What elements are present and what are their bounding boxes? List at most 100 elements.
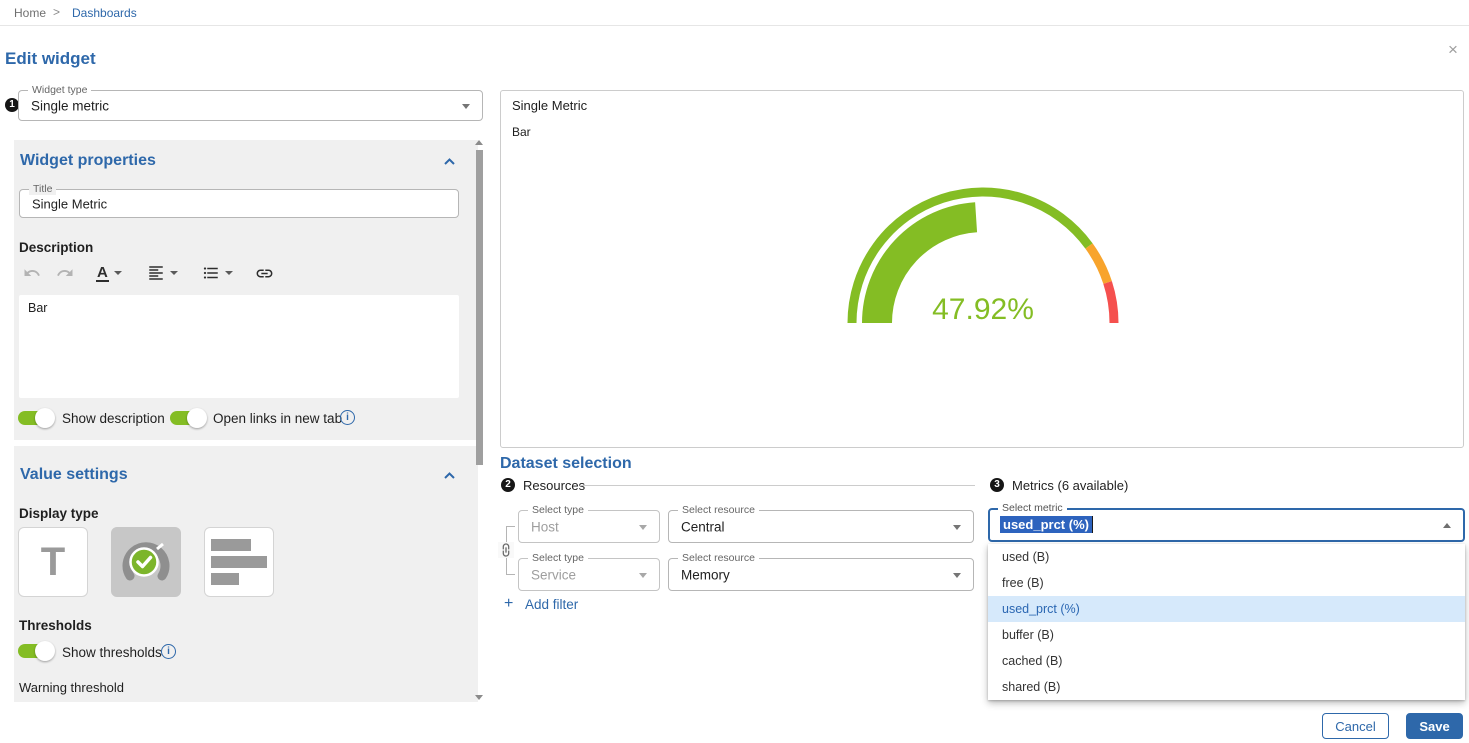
breadcrumb-separator-icon: >	[53, 5, 60, 19]
link-icon[interactable]	[255, 263, 274, 283]
chevron-down-icon	[462, 104, 470, 109]
left-panel-scrollbar[interactable]	[475, 138, 484, 702]
toggle-thumb	[187, 408, 207, 428]
gauge-critical-arc	[1108, 283, 1114, 323]
show-thresholds-label: Show thresholds	[62, 645, 162, 660]
select-resource-memory[interactable]: Select resource Memory	[668, 558, 974, 591]
chevron-down-icon	[953, 573, 961, 578]
gauge-warning-arc	[1089, 246, 1108, 283]
widget-type-label: Widget type	[28, 84, 91, 96]
widget-properties-heading: Widget properties	[20, 152, 156, 170]
scroll-up-icon[interactable]	[475, 140, 483, 145]
select-metric-value: used_prct (%)	[1000, 516, 1093, 533]
list-icon[interactable]	[202, 263, 233, 283]
metric-option[interactable]: used (B)	[988, 544, 1465, 570]
select-resource-label: Select resource	[678, 504, 759, 516]
warning-threshold-label: Warning threshold	[19, 680, 124, 695]
breadcrumb-dashboards-link[interactable]: Dashboards	[72, 6, 137, 20]
chevron-down-icon	[639, 525, 647, 530]
description-text: Bar	[28, 301, 47, 315]
select-metric-label: Select metric	[998, 502, 1067, 514]
gauge-display-icon	[120, 536, 172, 588]
select-type-label: Select type	[528, 552, 588, 564]
display-type-bar-tile[interactable]	[204, 527, 274, 597]
toggle-thumb	[35, 408, 55, 428]
text-display-icon: T	[41, 542, 65, 582]
title-input[interactable]: Title Single Metric	[19, 189, 459, 218]
breadcrumb: Home > Dashboards	[0, 0, 1469, 26]
metric-option[interactable]: free (B)	[988, 570, 1465, 596]
collapse-widget-properties-icon[interactable]	[444, 158, 455, 165]
widget-type-value: Single metric	[31, 98, 109, 113]
step-3-badge: 3	[990, 478, 1004, 492]
dataset-selection-heading: Dataset selection	[500, 455, 632, 473]
gauge-value-text: 47.92%	[932, 293, 1034, 326]
breadcrumb-home-link[interactable]: Home	[14, 6, 46, 20]
display-type-text-tile[interactable]: T	[18, 527, 88, 597]
align-icon[interactable]	[147, 263, 178, 283]
edit-widget-page: Home > Dashboards Edit widget × 1 Widget…	[0, 0, 1469, 743]
thresholds-label: Thresholds	[19, 618, 92, 633]
chevron-down-icon	[639, 573, 647, 578]
show-description-toggle[interactable]	[18, 408, 56, 428]
metric-option[interactable]: cached (B)	[988, 648, 1465, 674]
select-type-value: Service	[531, 567, 576, 582]
resources-label: Resources	[523, 478, 585, 493]
toggle-thumb	[35, 641, 55, 661]
gauge-chart: 47.92%	[838, 173, 1128, 338]
open-links-label: Open links in new tab	[213, 411, 342, 426]
display-type-label: Display type	[19, 506, 99, 521]
title-input-label: Title	[29, 183, 56, 195]
undo-icon[interactable]	[23, 263, 41, 283]
widget-type-select[interactable]: Widget type Single metric	[18, 90, 483, 121]
open-links-toggle[interactable]	[170, 408, 208, 428]
chevron-down-icon	[114, 271, 122, 275]
metric-option[interactable]: buffer (B)	[988, 622, 1465, 648]
description-label: Description	[19, 240, 93, 255]
info-icon[interactable]: i	[161, 644, 176, 659]
value-settings-heading: Value settings	[20, 466, 128, 484]
display-type-gauge-tile[interactable]	[111, 527, 181, 597]
bar-display-icon	[211, 539, 267, 585]
select-type-service[interactable]: Select type Service	[518, 558, 660, 591]
widget-preview: Single Metric Bar 47.92%	[500, 90, 1464, 448]
page-title: Edit widget	[5, 49, 96, 69]
close-icon[interactable]: ×	[1448, 41, 1458, 58]
description-editor[interactable]: Bar	[19, 295, 459, 398]
step-2-badge: 2	[501, 478, 515, 492]
chevron-down-icon	[953, 525, 961, 530]
chevron-down-icon	[170, 271, 178, 275]
title-input-value: Single Metric	[32, 196, 107, 211]
info-icon[interactable]: i	[340, 410, 355, 425]
save-button[interactable]: Save	[1406, 713, 1463, 739]
chain-link-icon	[498, 542, 514, 558]
cancel-button[interactable]: Cancel	[1322, 713, 1389, 739]
select-type-value: Host	[531, 519, 559, 534]
select-resource-value: Central	[681, 519, 725, 534]
resources-divider	[580, 485, 975, 486]
select-resource-label: Select resource	[678, 552, 759, 564]
select-type-host[interactable]: Select type Host	[518, 510, 660, 543]
metric-options-dropdown: used (B) free (B) used_prct (%) buffer (…	[988, 544, 1465, 700]
redo-icon[interactable]	[56, 263, 74, 283]
metric-option-selected[interactable]: used_prct (%)	[988, 596, 1465, 622]
step-1-badge: 1	[5, 98, 19, 112]
metrics-label: Metrics (6 available)	[1012, 478, 1128, 493]
text-color-icon[interactable]: A	[96, 263, 122, 283]
select-resource-central[interactable]: Select resource Central	[668, 510, 974, 543]
collapse-value-settings-icon[interactable]	[444, 472, 455, 479]
chevron-up-icon[interactable]	[1443, 523, 1451, 528]
preview-description: Bar	[512, 125, 531, 139]
select-metric-combobox[interactable]: Select metric used_prct (%)	[988, 508, 1465, 542]
show-description-label: Show description	[62, 411, 165, 426]
metric-option[interactable]: shared (B)	[988, 674, 1465, 700]
add-filter-label: Add filter	[525, 597, 578, 612]
select-type-label: Select type	[528, 504, 588, 516]
plus-icon: +	[504, 597, 513, 611]
chevron-down-icon	[225, 271, 233, 275]
scroll-down-icon[interactable]	[475, 695, 483, 700]
preview-title: Single Metric	[512, 98, 587, 113]
show-thresholds-toggle[interactable]	[18, 641, 56, 661]
scrollbar-thumb[interactable]	[476, 150, 483, 465]
select-resource-value: Memory	[681, 567, 730, 582]
